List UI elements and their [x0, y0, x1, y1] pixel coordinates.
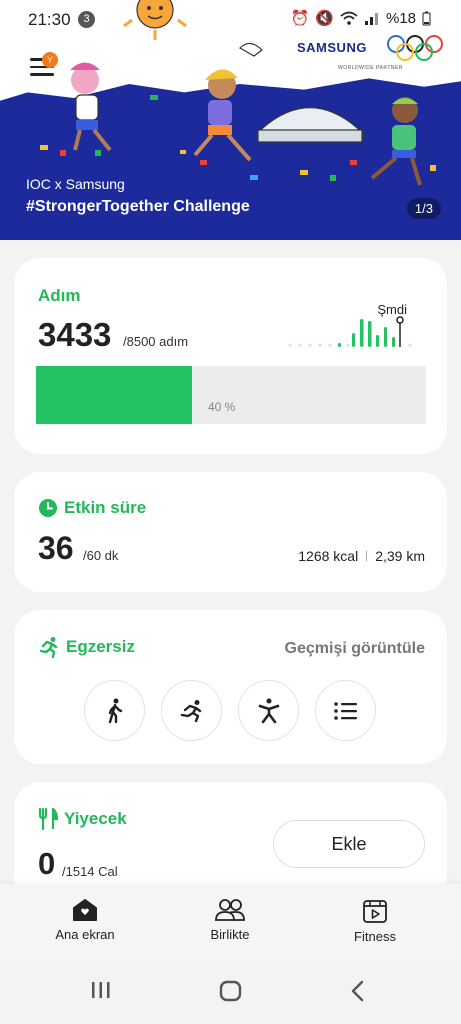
- nav-fitness[interactable]: Fitness: [320, 898, 430, 944]
- notification-count-badge: 3: [78, 11, 95, 28]
- running-button[interactable]: [161, 680, 222, 741]
- distance-value: 2,39 km: [375, 548, 425, 564]
- calories-value: 1268 kcal: [298, 548, 359, 564]
- food-title: Yiyecek: [64, 809, 127, 828]
- exercise-list-button[interactable]: [315, 680, 376, 741]
- samsung-logo: SAMSUNG: [297, 40, 367, 55]
- exercise-title: Egzersiz: [66, 637, 135, 656]
- banner-subtitle: IOC x Samsung: [26, 176, 125, 192]
- nav-together[interactable]: Birlikte: [175, 898, 285, 942]
- clock-icon: [39, 499, 57, 517]
- running-icon: [180, 699, 201, 722]
- running-icon: [39, 637, 58, 658]
- status-time: 21:30: [28, 10, 71, 29]
- wifi-icon: [340, 11, 358, 25]
- nav-home-label: Ana ekran: [55, 927, 115, 942]
- steps-progress-label: 40 %: [208, 400, 236, 414]
- mute-icon: 🔇: [315, 10, 334, 27]
- people-icon: [215, 899, 245, 921]
- fork-knife-icon: [38, 808, 58, 830]
- workout-icon: [258, 698, 279, 723]
- walking-icon: [108, 698, 122, 723]
- steps-value: 3433: [38, 316, 112, 353]
- walking-button[interactable]: [84, 680, 145, 741]
- battery-percent: %18: [385, 9, 416, 27]
- view-history-link[interactable]: Geçmişi görüntüle: [285, 640, 425, 658]
- steps-goal: /8500 adım: [123, 334, 189, 349]
- active-time-value: 36: [38, 530, 74, 566]
- olympic-rings-icon: [387, 35, 443, 61]
- active-time-goal: /60 dk: [83, 548, 119, 563]
- workout-button[interactable]: [238, 680, 299, 741]
- bottom-navigation: Ana ekran Birlikte Fitness: [0, 884, 461, 960]
- active-time-title: Etkin süre: [64, 498, 147, 517]
- list-icon: [333, 701, 357, 720]
- signal-icon: [364, 13, 378, 25]
- food-value: 0: [38, 846, 56, 881]
- home-icon: [73, 899, 97, 921]
- alarm-icon: ⏰: [290, 10, 310, 27]
- system-navigation-bar: [0, 960, 461, 1024]
- promo-banner[interactable]: 21:30 3 ⏰ 🔇 %18 Y SAMSUNG WORLDWIDE PART…: [0, 0, 461, 240]
- hourly-steps-mini-chart: [288, 316, 412, 347]
- nav-together-label: Birlikte: [210, 927, 250, 942]
- stats-divider: [366, 551, 368, 561]
- steps-progress-fill: [36, 366, 192, 424]
- partner-label: WORLDWIDE PARTNER: [338, 65, 403, 71]
- banner-pager: 1/3: [406, 198, 441, 219]
- menu-badge: Y: [42, 52, 58, 68]
- home-nav-icon[interactable]: [219, 980, 243, 1002]
- steps-card[interactable]: Adım 3433 /8500 adım Şmdi 40 %: [14, 258, 447, 454]
- steps-title: Adım: [38, 286, 81, 305]
- nav-fitness-label: Fitness: [354, 929, 396, 944]
- back-icon[interactable]: [350, 980, 366, 1002]
- nav-home[interactable]: Ana ekran: [30, 898, 140, 942]
- active-time-card[interactable]: Etkin süre 36 /60 dk 1268 kcal 2,39 km: [14, 472, 447, 592]
- food-goal: /1514 Cal: [62, 864, 118, 879]
- steps-progress-bar: 40 %: [36, 366, 426, 424]
- add-food-button[interactable]: Ekle: [273, 820, 425, 868]
- exercise-card[interactable]: Egzersiz Geçmişi görüntüle: [14, 610, 447, 764]
- recent-apps-icon[interactable]: [90, 980, 112, 1000]
- fitness-video-icon: [363, 900, 387, 923]
- banner-title: #StrongerTogether Challenge: [26, 198, 250, 215]
- battery-icon: [422, 11, 431, 25]
